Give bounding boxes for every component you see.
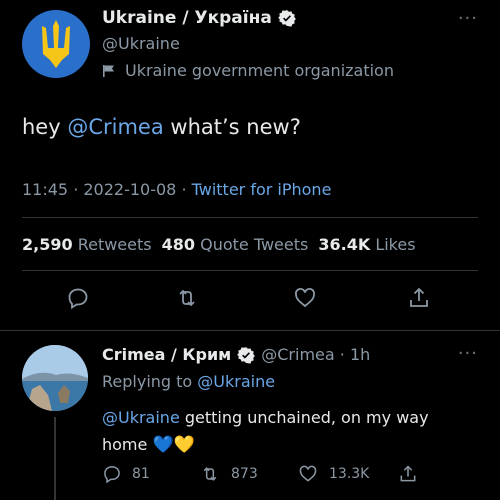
blue-heart-emoji: 💙 [152, 435, 174, 455]
reply-text: @Ukraine getting unchained, on my way ho… [102, 404, 472, 459]
reply-icon[interactable] [66, 286, 90, 310]
government-label-text: Ukraine government organization [125, 61, 394, 80]
reply-author-row: Crimea / Крим @Crimea · 1h [102, 345, 370, 364]
like-count: 13.3K [329, 466, 370, 482]
likes-label: Likes [375, 235, 416, 254]
retweet-action[interactable]: 873 [199, 464, 258, 484]
ukraine-avatar[interactable] [22, 10, 90, 78]
share-action[interactable] [398, 464, 428, 484]
author-handle[interactable]: @Ukraine [102, 34, 180, 53]
thread-line [54, 417, 56, 500]
reply-display-name[interactable]: Crimea / Крим [102, 345, 231, 364]
replying-prefix: Replying to [102, 372, 198, 391]
like-icon[interactable] [293, 286, 317, 310]
retweet-icon [203, 467, 217, 481]
crimea-avatar[interactable] [22, 345, 88, 411]
reply-mention[interactable]: @Ukraine [102, 408, 180, 427]
reply-handle-time[interactable]: @Crimea · 1h [261, 345, 370, 364]
reply-icon [104, 466, 120, 484]
like-icon [299, 465, 317, 482]
yellow-heart-emoji: 💛 [173, 435, 195, 455]
tweet-text-end: what’s new? [163, 115, 301, 139]
like-action[interactable]: 13.3K [297, 464, 369, 484]
trident-icon [42, 20, 70, 68]
reply-count: 81 [132, 466, 150, 482]
reply-tweet: Crimea / Крим @Crimea · 1h ··· Replying … [0, 331, 500, 500]
likes-stat[interactable]: 36.4K Likes [318, 235, 415, 254]
main-tweet: Ukraine / Україна @Ukraine Ukraine gover… [0, 0, 500, 330]
retweets-stat[interactable]: 2,590 Retweets [22, 235, 152, 254]
verified-badge-icon [237, 346, 256, 364]
tweet-text: hey @Crimea what’s new? [22, 115, 301, 139]
tweet-stats: 2,590 Retweets 480 Quote Tweets 36.4K Li… [22, 235, 416, 254]
replying-mention[interactable]: @Ukraine [197, 372, 275, 391]
quotes-count: 480 [161, 235, 196, 254]
tweet-source[interactable]: Twitter for iPhone [192, 180, 332, 199]
quotes-stat[interactable]: 480 Quote Tweets [162, 235, 309, 254]
retweet-count: 873 [231, 466, 258, 482]
replying-to: Replying to @Ukraine [102, 372, 275, 391]
display-name[interactable]: Ukraine / Україна [102, 8, 272, 28]
more-icon[interactable]: ··· [458, 343, 478, 364]
divider [22, 270, 478, 271]
retweets-label: Retweets [77, 235, 152, 254]
mention-link[interactable]: @Crimea [67, 115, 163, 139]
author-name-row: Ukraine / Україна [102, 8, 296, 28]
government-label: Ukraine government organization [102, 61, 394, 80]
retweet-icon[interactable] [175, 286, 199, 310]
reply-action[interactable]: 81 [102, 464, 150, 484]
retweets-count: 2,590 [22, 235, 73, 254]
verified-badge-icon [277, 9, 296, 27]
divider [22, 217, 478, 218]
share-icon[interactable] [407, 286, 431, 310]
share-icon [400, 465, 416, 482]
likes-count: 36.4K [318, 235, 371, 254]
tweet-text-start: hey [22, 115, 68, 139]
crimea-avatar-image [22, 345, 88, 411]
government-flag-icon [103, 64, 114, 77]
tweet-meta: 11:45 · 2022-10-08 · Twitter for iPhone [22, 180, 331, 199]
tweet-time[interactable]: 11:45 · 2022-10-08 · [22, 180, 192, 199]
more-icon[interactable]: ··· [458, 8, 478, 29]
quotes-label: Quote Tweets [200, 235, 309, 254]
